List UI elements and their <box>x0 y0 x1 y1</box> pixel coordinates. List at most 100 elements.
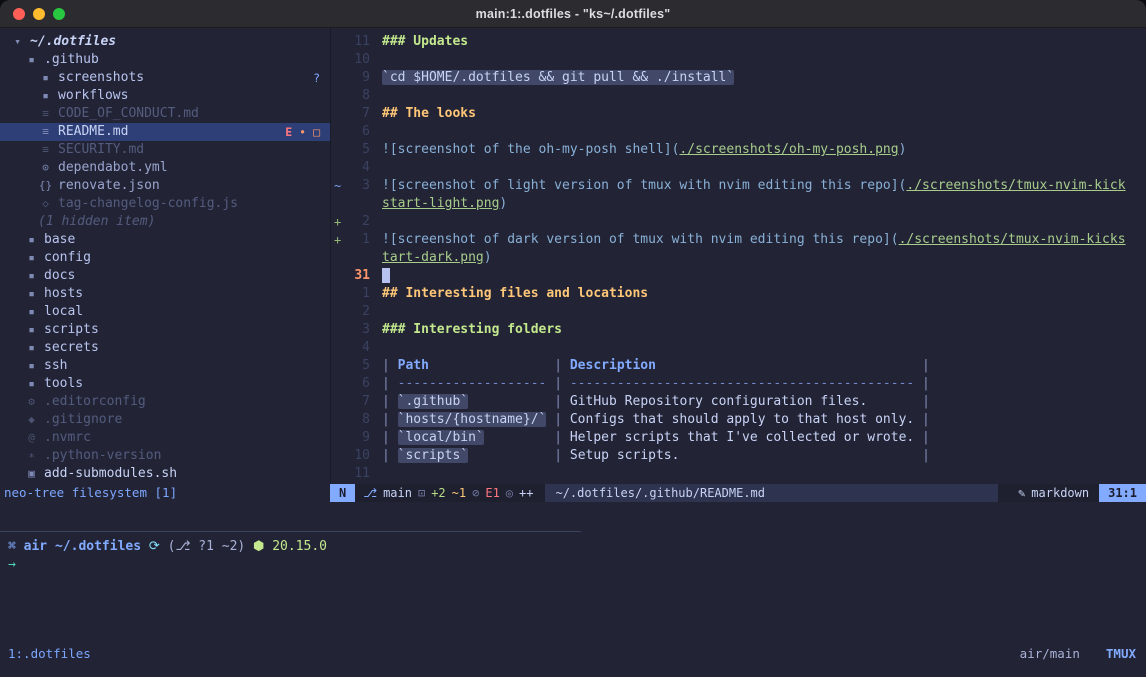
gutter-sign <box>331 105 344 123</box>
line-number: 11 <box>344 33 370 51</box>
tree-item-base[interactable]: ▪base <box>0 231 330 249</box>
tree-item-label: .gitignore <box>44 411 122 429</box>
tree-item-add-submodules-sh[interactable]: ▣add-submodules.sh <box>0 465 330 483</box>
editor-line[interactable]: 10| `scripts` | Setup scripts. | <box>331 447 1146 465</box>
line-text: | `.github` | GitHub Repository configur… <box>370 393 930 411</box>
file-cfg-icon: ⚙ <box>24 393 39 411</box>
tree-item-github[interactable]: ▪.github <box>0 51 330 69</box>
text-segment: Setup scripts. <box>570 448 914 463</box>
editor-line[interactable]: 11 <box>331 465 1146 483</box>
gutter-sign <box>331 393 344 411</box>
tree-item-editorconfig[interactable]: ⚙.editorconfig <box>0 393 330 411</box>
tree-item-code-of-conduct-md[interactable]: ≡CODE_OF_CONDUCT.md <box>0 105 330 123</box>
text-segment <box>656 358 914 373</box>
folder-icon: ▪ <box>24 339 39 357</box>
close-button[interactable] <box>13 8 25 20</box>
zoom-button[interactable] <box>53 8 65 20</box>
tree-item-scripts[interactable]: ▪scripts <box>0 321 330 339</box>
tree-item-tag-changelog-config-js[interactable]: ◇tag-changelog-config.js <box>0 195 330 213</box>
traffic-lights <box>13 8 65 20</box>
gutter-sign <box>331 357 344 375</box>
editor-line[interactable]: ~3![screenshot of light version of tmux … <box>331 177 1146 195</box>
editor-line[interactable]: 4 <box>331 339 1146 357</box>
line-number: 9 <box>344 429 370 447</box>
text-segment: Path <box>398 358 429 373</box>
line-number: 31 <box>344 267 370 285</box>
tree-item-config[interactable]: ▪ config <box>0 249 330 267</box>
tree-item-local[interactable]: ▪local <box>0 303 330 321</box>
gutter-sign <box>331 87 344 105</box>
shell-pane[interactable]: ⌘ air ~/.dotfiles ⟳ (⎇ ?1 ~2) ⬢ 20.15.0→ <box>0 538 1146 574</box>
editor-line[interactable]: 8 <box>331 87 1146 105</box>
editor-line[interactable]: 2 <box>331 303 1146 321</box>
tree-item-label: scripts <box>44 321 99 339</box>
tree-item-dependabot-yml[interactable]: ⊙dependabot.yml <box>0 159 330 177</box>
chevron-down-icon: ▾ <box>10 33 25 51</box>
tree-item-1-hidden-item[interactable]: (1 hidden item) <box>0 213 330 231</box>
tmux-session-label: air/main <box>1020 645 1080 663</box>
line-text <box>370 87 382 105</box>
editor-line[interactable]: +1![screenshot of dark version of tmux w… <box>331 231 1146 249</box>
tmux-pane-divider[interactable] <box>0 531 581 532</box>
editor-buffer[interactable]: 11### Updates109`cd $HOME/.dotfiles && g… <box>331 28 1146 484</box>
branch-icon: ⎇ <box>363 484 377 502</box>
tree-item-label: config <box>44 249 91 267</box>
text-segment: | <box>546 358 569 373</box>
editor-line[interactable]: start-light.png) <box>331 195 1146 213</box>
editor-line[interactable]: 7## The looks <box>331 105 1146 123</box>
shell-line: → <box>0 556 1146 574</box>
editor-line[interactable]: 5| Path | Description | <box>331 357 1146 375</box>
text-segment: ![screenshot of the oh-my-posh shell]( <box>382 142 679 157</box>
tree-item-hosts[interactable]: ▪hosts <box>0 285 330 303</box>
editor-line[interactable]: tart-dark.png) <box>331 249 1146 267</box>
text-segment: ### Updates <box>382 34 468 49</box>
gutter-sign <box>331 159 344 177</box>
folder-icon: ▪ <box>24 249 39 267</box>
gutter-sign <box>331 69 344 87</box>
tree-item-secrets[interactable]: ▪secrets <box>0 339 330 357</box>
editor-line[interactable]: 8| `hosts/{hostname}/` | Configs that sh… <box>331 411 1146 429</box>
window-title: main:1:.dotfiles - "ks~/.dotfiles" <box>476 7 671 21</box>
tree-item-screenshots[interactable]: ▪screenshots? <box>0 69 330 87</box>
text-segment: `scripts` <box>398 448 468 463</box>
editor-line[interactable]: 9| `local/bin` | Helper scripts that I'v… <box>331 429 1146 447</box>
line-number: 7 <box>344 105 370 123</box>
line-number: 8 <box>344 411 370 429</box>
tree-item-tools[interactable]: ▪tools <box>0 375 330 393</box>
tree-item-ssh[interactable]: ▪ssh <box>0 357 330 375</box>
text-segment <box>484 430 547 445</box>
editor-line[interactable]: 9`cd $HOME/.dotfiles && git pull && ./in… <box>331 69 1146 87</box>
editor-line[interactable]: 11 ### Updates <box>331 33 1146 51</box>
text-segment: | <box>546 394 569 409</box>
tree-item-security-md[interactable]: ≡SECURITY.md <box>0 141 330 159</box>
editor-line[interactable]: 7| `.github` | GitHub Repository configu… <box>331 393 1146 411</box>
editor-line[interactable]: 3### Interesting folders <box>331 321 1146 339</box>
tree-item-dotfiles[interactable]: ▾~/.dotfiles <box>0 33 330 51</box>
tree-item-docs[interactable]: ▪docs <box>0 267 330 285</box>
tree-item-readme-md[interactable]: ≡README.mdE•□ <box>0 123 330 141</box>
editor-line[interactable]: 6 <box>331 123 1146 141</box>
editor-line[interactable]: +2 <box>331 213 1146 231</box>
text-segment: ------------------- <box>398 376 547 391</box>
editor-line[interactable]: 10 <box>331 51 1146 69</box>
text-segment: | <box>382 376 398 391</box>
tree-item-gitignore[interactable]: ◆.gitignore <box>0 411 330 429</box>
tmux-window-label[interactable]: 1:.dotfiles <box>0 645 91 663</box>
editor-line[interactable]: 5![screenshot of the oh-my-posh shell](.… <box>331 141 1146 159</box>
line-number: 1 <box>344 231 370 249</box>
editor-line[interactable]: 1## Interesting files and locations <box>331 285 1146 303</box>
line-number: 10 <box>344 447 370 465</box>
editor-line[interactable]: 31 <box>331 267 1146 285</box>
tree-item-renovate-json[interactable]: {}renovate.json <box>0 177 330 195</box>
tree-item-python-version[interactable]: ∗.python-version <box>0 447 330 465</box>
tree-item-nvmrc[interactable]: @.nvmrc <box>0 429 330 447</box>
text-segment: ) <box>484 250 492 265</box>
editor-line[interactable]: 6| ------------------- | ---------------… <box>331 375 1146 393</box>
text-segment: tart-dark.png <box>382 250 484 265</box>
tree-item-workflows[interactable]: ▪workflows <box>0 87 330 105</box>
line-text <box>370 339 382 357</box>
folder-icon: ▪ <box>24 357 39 375</box>
minimize-button[interactable] <box>33 8 45 20</box>
titlebar[interactable]: main:1:.dotfiles - "ks~/.dotfiles" <box>0 0 1146 28</box>
editor-line[interactable]: 4 <box>331 159 1146 177</box>
